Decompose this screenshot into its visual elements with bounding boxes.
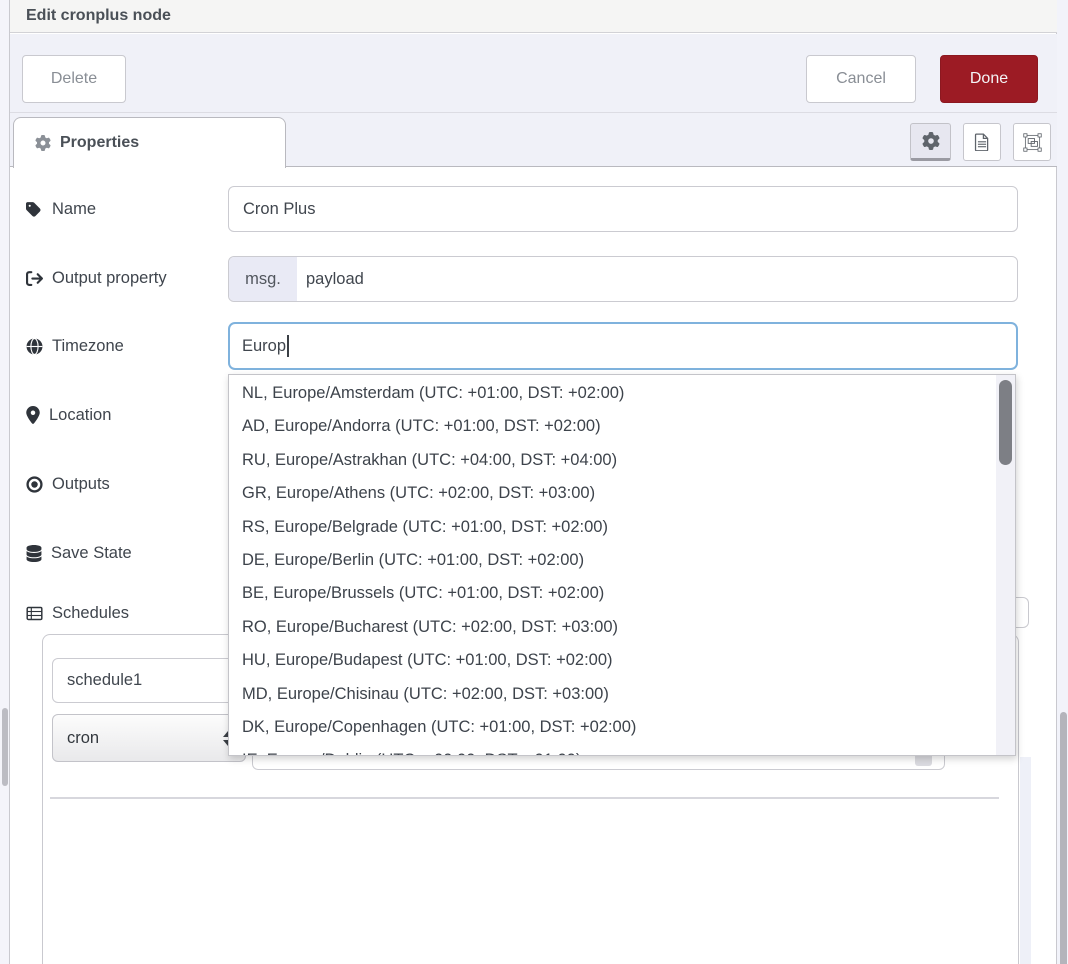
output-property-field-label: Output property (26, 265, 167, 291)
gear-icon (35, 135, 51, 151)
schedule-row-divider (50, 797, 999, 799)
doc-icon (973, 133, 991, 151)
schedule-type-select[interactable]: cron (52, 714, 246, 762)
output-property-typedinput: msg. payload (228, 256, 1018, 302)
node-red-edit-tray: Edit cronplus node Delete Cancel Done Pr… (0, 0, 1068, 964)
appearance-view-button[interactable] (1013, 123, 1051, 161)
dropdown-scrollbar-thumb[interactable] (999, 380, 1012, 465)
outputs-field-label: Outputs (26, 471, 110, 497)
map-marker-icon (26, 406, 40, 424)
done-button[interactable]: Done (940, 55, 1038, 103)
tab-properties[interactable]: Properties (13, 117, 286, 168)
workspace-left-strip (0, 0, 10, 964)
timezone-option[interactable]: RO, Europe/Bucharest (UTC: +02:00, DST: … (229, 611, 1015, 644)
timezone-option[interactable]: RS, Europe/Belgrade (UTC: +01:00, DST: +… (229, 511, 1015, 544)
dialog-header: Edit cronplus node (10, 0, 1057, 33)
obscured-element-fragment (1016, 597, 1029, 628)
timezone-option[interactable]: NL, Europe/Amsterdam (UTC: +01:00, DST: … (229, 377, 1015, 410)
timezone-option[interactable]: AD, Europe/Andorra (UTC: +01:00, DST: +0… (229, 410, 1015, 443)
dot-circle-icon (26, 476, 43, 493)
timezone-field-label: Timezone (26, 333, 124, 359)
globe-icon (26, 338, 43, 355)
timezone-option[interactable]: BE, Europe/Brussels (UTC: +01:00, DST: +… (229, 577, 1015, 610)
tray-scroll-track (1020, 757, 1031, 964)
location-field-label: Location (26, 402, 111, 428)
timezone-option[interactable]: MD, Europe/Chisinau (UTC: +02:00, DST: +… (229, 678, 1015, 711)
dialog-title: Edit cronplus node (26, 0, 171, 32)
tag-icon (26, 201, 43, 218)
timezone-option[interactable]: GR, Europe/Athens (UTC: +02:00, DST: +03… (229, 477, 1015, 510)
toolbar-divider (10, 112, 1057, 113)
timezone-option[interactable]: RU, Europe/Astrakhan (UTC: +04:00, DST: … (229, 444, 1015, 477)
timezone-option[interactable]: DK, Europe/Copenhagen (UTC: +01:00, DST:… (229, 711, 1015, 744)
name-field-label: Name (26, 196, 96, 222)
table-list-icon (26, 605, 43, 622)
text-cursor (287, 335, 289, 357)
delete-button[interactable]: Delete (22, 55, 126, 103)
database-icon (26, 545, 42, 562)
timezone-input[interactable]: Europ (228, 322, 1018, 370)
left-scrollbar-thumb[interactable] (2, 708, 8, 786)
description-view-button[interactable] (963, 123, 1001, 161)
schedule-name-input[interactable]: schedule1 (52, 658, 240, 703)
msg-type-button[interactable]: msg. (229, 257, 297, 301)
right-scrollbar-thumb[interactable] (1060, 712, 1067, 964)
tab-properties-label: Properties (60, 134, 139, 152)
timezone-dropdown-items: NL, Europe/Amsterdam (UTC: +01:00, DST: … (229, 377, 1015, 756)
timezone-option[interactable]: HU, Europe/Budapest (UTC: +01:00, DST: +… (229, 644, 1015, 677)
timezone-dropdown: NL, Europe/Amsterdam (UTC: +01:00, DST: … (228, 374, 1016, 756)
timezone-option[interactable]: IE, Europe/Dublin (UTC: +00:00, DST: +01… (229, 744, 1015, 756)
properties-view-button[interactable] (910, 123, 951, 161)
frame-icon (1023, 133, 1042, 152)
name-input[interactable]: Cron Plus (228, 186, 1018, 232)
output-property-input[interactable]: payload (297, 270, 364, 289)
save-state-field-label: Save State (26, 540, 132, 566)
sign-out-icon (26, 270, 43, 287)
cancel-button[interactable]: Cancel (806, 55, 916, 103)
schedules-field-label: Schedules (26, 600, 129, 626)
timezone-option[interactable]: DE, Europe/Berlin (UTC: +01:00, DST: +02… (229, 544, 1015, 577)
gear-icon (922, 132, 940, 150)
